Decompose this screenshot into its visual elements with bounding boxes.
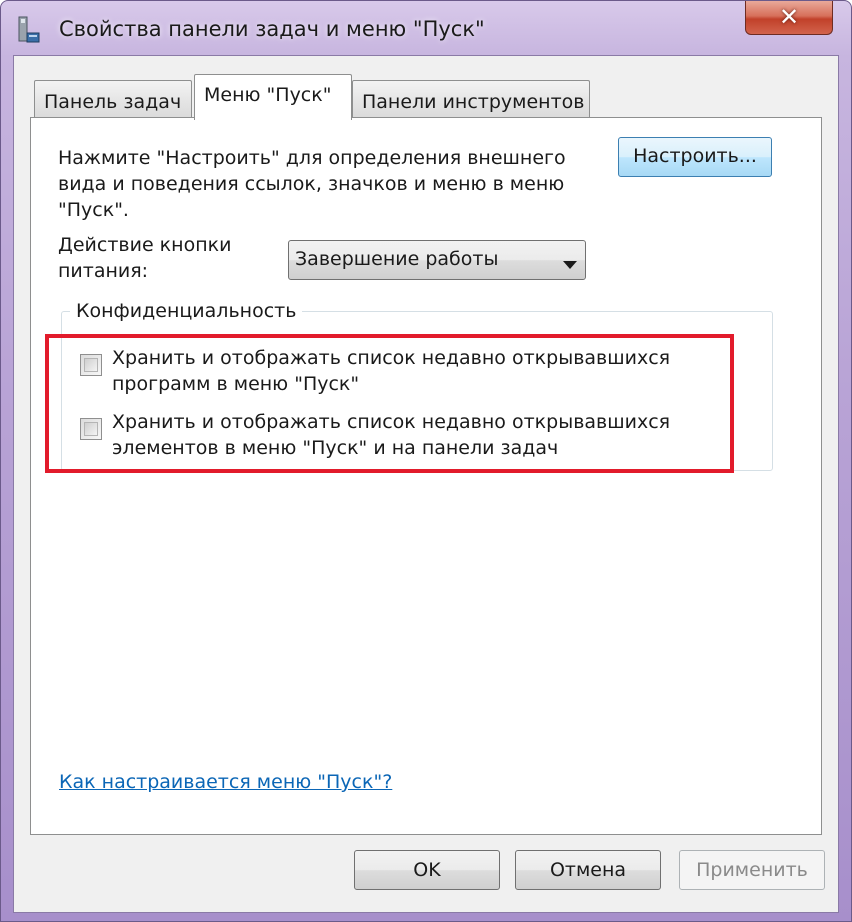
tab-label: Панели инструментов <box>362 91 585 113</box>
help-link[interactable]: Как настраивается меню "Пуск"? <box>59 771 392 793</box>
tab-taskbar[interactable]: Панель задач <box>34 80 192 118</box>
option-line: Хранить и отображать список недавно откр… <box>112 347 671 369</box>
recent-items-label[interactable]: Хранить и отображать список недавно откр… <box>112 409 732 461</box>
power-label-line: Действие кнопки <box>58 234 232 256</box>
window-title: Свойства панели задач и меню "Пуск" <box>59 17 485 41</box>
apply-button[interactable]: Применить <box>679 850 825 890</box>
privacy-caption: Конфиденциальность <box>70 298 303 324</box>
option-line: Хранить и отображать список недавно откр… <box>112 411 671 433</box>
description-line: "Пуск". <box>58 199 129 221</box>
dialog-client-area: Панель задач Меню "Пуск" Панели инструме… <box>13 55 839 913</box>
tab-toolbars[interactable]: Панели инструментов <box>352 80 590 118</box>
power-action-dropdown[interactable]: Завершение работы <box>288 240 586 280</box>
option-line: элементов в меню "Пуск" и на панели зада… <box>112 437 559 459</box>
chevron-down-icon <box>563 254 577 273</box>
recent-items-checkbox[interactable] <box>80 418 102 440</box>
option-line: программ в меню "Пуск" <box>112 373 360 395</box>
close-button[interactable]: ✕ <box>745 1 833 35</box>
cancel-button[interactable]: Отмена <box>515 850 661 890</box>
tab-label: Меню "Пуск" <box>204 84 332 106</box>
description-line: Нажмите "Настроить" для определения внеш… <box>58 147 566 169</box>
ok-button[interactable]: OK <box>354 850 500 890</box>
dialog-window: Свойства панели задач и меню "Пуск" ✕ Па… <box>0 0 852 922</box>
customize-description: Нажмите "Настроить" для определения внеш… <box>58 145 598 223</box>
title-bar[interactable]: Свойства панели задач и меню "Пуск" ✕ <box>1 1 851 53</box>
power-action-label: Действие кнопки питания: <box>58 232 258 284</box>
description-line: вида и поведения ссылок, значков и меню … <box>58 173 565 195</box>
start-menu-tab-page: Нажмите "Настроить" для определения внеш… <box>30 117 822 835</box>
taskbar-properties-icon <box>17 15 41 43</box>
customize-button[interactable]: Настроить... <box>618 137 772 177</box>
power-label-line: питания: <box>58 260 149 282</box>
recent-programs-checkbox[interactable] <box>80 354 102 376</box>
tab-label: Панель задач <box>44 91 182 113</box>
power-action-value: Завершение работы <box>295 248 499 270</box>
recent-programs-label[interactable]: Хранить и отображать список недавно откр… <box>112 345 732 397</box>
tab-start-menu[interactable]: Меню "Пуск" <box>194 74 352 120</box>
